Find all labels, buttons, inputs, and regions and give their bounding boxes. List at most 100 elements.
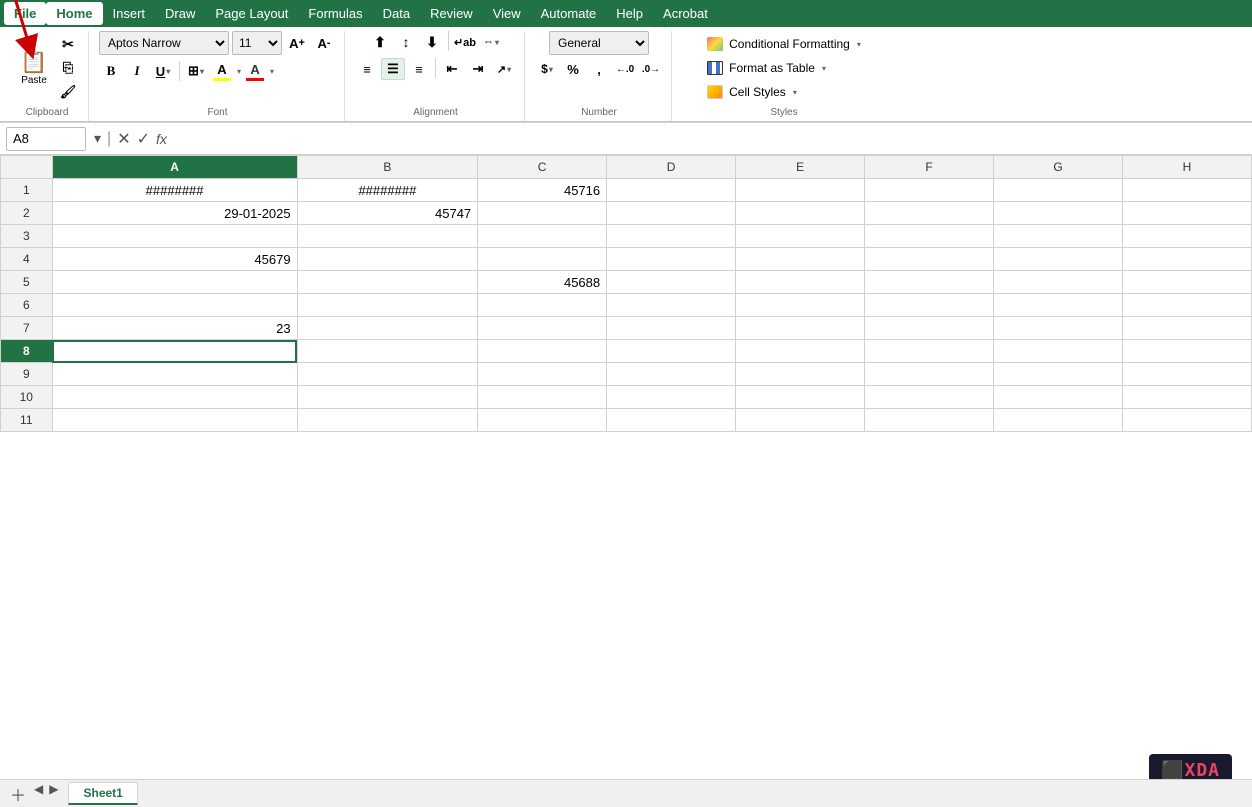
cell-F5[interactable]: [865, 271, 994, 294]
cell-F3[interactable]: [865, 225, 994, 248]
cell-C2[interactable]: [478, 202, 607, 225]
cell-D1[interactable]: [607, 179, 736, 202]
cell-A8[interactable]: [52, 340, 297, 363]
align-center-button[interactable]: ☰: [381, 58, 405, 80]
cancel-formula-button[interactable]: ✕: [117, 129, 130, 149]
menu-insert[interactable]: Insert: [103, 2, 156, 25]
menu-acrobat[interactable]: Acrobat: [653, 2, 718, 25]
sheet-tab-sheet1[interactable]: Sheet1: [68, 782, 137, 805]
cell-E10[interactable]: [736, 386, 865, 409]
wrap-text-button[interactable]: ↵ab: [453, 31, 477, 53]
row-header-2[interactable]: 2: [1, 202, 53, 225]
row-header-9[interactable]: 9: [1, 363, 53, 386]
cell-B9[interactable]: [297, 363, 478, 386]
cell-F4[interactable]: [865, 248, 994, 271]
col-header-C[interactable]: C: [478, 156, 607, 179]
cell-B6[interactable]: [297, 294, 478, 317]
cell-B3[interactable]: [297, 225, 478, 248]
cell-A7[interactable]: 23: [52, 317, 297, 340]
cell-styles-button[interactable]: Cell Styles ▾: [698, 81, 806, 103]
cell-D8[interactable]: [607, 340, 736, 363]
cell-F2[interactable]: [865, 202, 994, 225]
cell-G9[interactable]: [994, 363, 1123, 386]
cell-C4[interactable]: [478, 248, 607, 271]
align-bottom-button[interactable]: ⬇: [420, 31, 444, 53]
scroll-sheets-right[interactable]: ▶: [47, 782, 60, 806]
cell-A6[interactable]: [52, 294, 297, 317]
percent-button[interactable]: %: [561, 58, 585, 80]
formula-input[interactable]: [175, 131, 1246, 146]
add-sheet-button[interactable]: ＋: [6, 782, 30, 806]
cell-H1[interactable]: [1123, 179, 1252, 202]
cell-E1[interactable]: [736, 179, 865, 202]
cell-G3[interactable]: [994, 225, 1123, 248]
cell-H11[interactable]: [1123, 409, 1252, 432]
cell-B5[interactable]: [297, 271, 478, 294]
paste-button[interactable]: 📋 Paste: [14, 42, 54, 94]
increase-font-button[interactable]: A+: [285, 32, 309, 54]
align-middle-button[interactable]: ↕: [394, 31, 418, 53]
text-direction-button[interactable]: ↗▾: [492, 58, 516, 80]
cell-H10[interactable]: [1123, 386, 1252, 409]
cell-H2[interactable]: [1123, 202, 1252, 225]
row-header-7[interactable]: 7: [1, 317, 53, 340]
cell-G2[interactable]: [994, 202, 1123, 225]
align-top-button[interactable]: ⬆: [368, 31, 392, 53]
cell-G5[interactable]: [994, 271, 1123, 294]
cell-E5[interactable]: [736, 271, 865, 294]
increase-indent-button[interactable]: ⇥: [466, 58, 490, 80]
merge-center-button[interactable]: ⇔▾: [479, 31, 503, 53]
cell-C10[interactable]: [478, 386, 607, 409]
cell-F6[interactable]: [865, 294, 994, 317]
menu-page-layout[interactable]: Page Layout: [205, 2, 298, 25]
cell-E7[interactable]: [736, 317, 865, 340]
cell-D4[interactable]: [607, 248, 736, 271]
cell-reference-input[interactable]: [6, 127, 86, 151]
cell-B4[interactable]: [297, 248, 478, 271]
italic-button[interactable]: I: [125, 60, 149, 82]
cell-A5[interactable]: [52, 271, 297, 294]
scroll-sheets-left[interactable]: ◀: [32, 782, 45, 806]
cell-G11[interactable]: [994, 409, 1123, 432]
cell-H8[interactable]: [1123, 340, 1252, 363]
align-left-button[interactable]: ≡: [355, 58, 379, 80]
row-header-3[interactable]: 3: [1, 225, 53, 248]
cell-A2[interactable]: 29-01-2025: [52, 202, 297, 225]
cell-D11[interactable]: [607, 409, 736, 432]
cell-D5[interactable]: [607, 271, 736, 294]
font-color-button[interactable]: A: [243, 60, 267, 82]
cell-D10[interactable]: [607, 386, 736, 409]
cell-F8[interactable]: [865, 340, 994, 363]
row-header-11[interactable]: 11: [1, 409, 53, 432]
increase-decimal-button[interactable]: .0→: [639, 58, 663, 80]
menu-file[interactable]: File: [4, 2, 46, 25]
cell-H4[interactable]: [1123, 248, 1252, 271]
cell-F11[interactable]: [865, 409, 994, 432]
accounting-format-button[interactable]: $▾: [535, 58, 559, 80]
menu-help[interactable]: Help: [606, 2, 653, 25]
decrease-decimal-button[interactable]: ←.0: [613, 58, 637, 80]
cell-F9[interactable]: [865, 363, 994, 386]
cell-C7[interactable]: [478, 317, 607, 340]
decrease-indent-button[interactable]: ⇤: [440, 58, 464, 80]
menu-home[interactable]: Home: [46, 2, 102, 25]
comma-button[interactable]: ,: [587, 58, 611, 80]
menu-data[interactable]: Data: [373, 2, 420, 25]
cell-C3[interactable]: [478, 225, 607, 248]
cell-B10[interactable]: [297, 386, 478, 409]
cell-G8[interactable]: [994, 340, 1123, 363]
cell-H7[interactable]: [1123, 317, 1252, 340]
col-header-B[interactable]: B: [297, 156, 478, 179]
cell-C11[interactable]: [478, 409, 607, 432]
row-header-8[interactable]: 8: [1, 340, 53, 363]
cell-A1[interactable]: ########: [52, 179, 297, 202]
cell-E11[interactable]: [736, 409, 865, 432]
cell-B7[interactable]: [297, 317, 478, 340]
cell-B2[interactable]: 45747: [297, 202, 478, 225]
col-header-E[interactable]: E: [736, 156, 865, 179]
col-header-F[interactable]: F: [865, 156, 994, 179]
copy-button[interactable]: ⎘: [56, 57, 80, 79]
cell-B8[interactable]: [297, 340, 478, 363]
col-header-A[interactable]: A: [52, 156, 297, 179]
cell-H3[interactable]: [1123, 225, 1252, 248]
